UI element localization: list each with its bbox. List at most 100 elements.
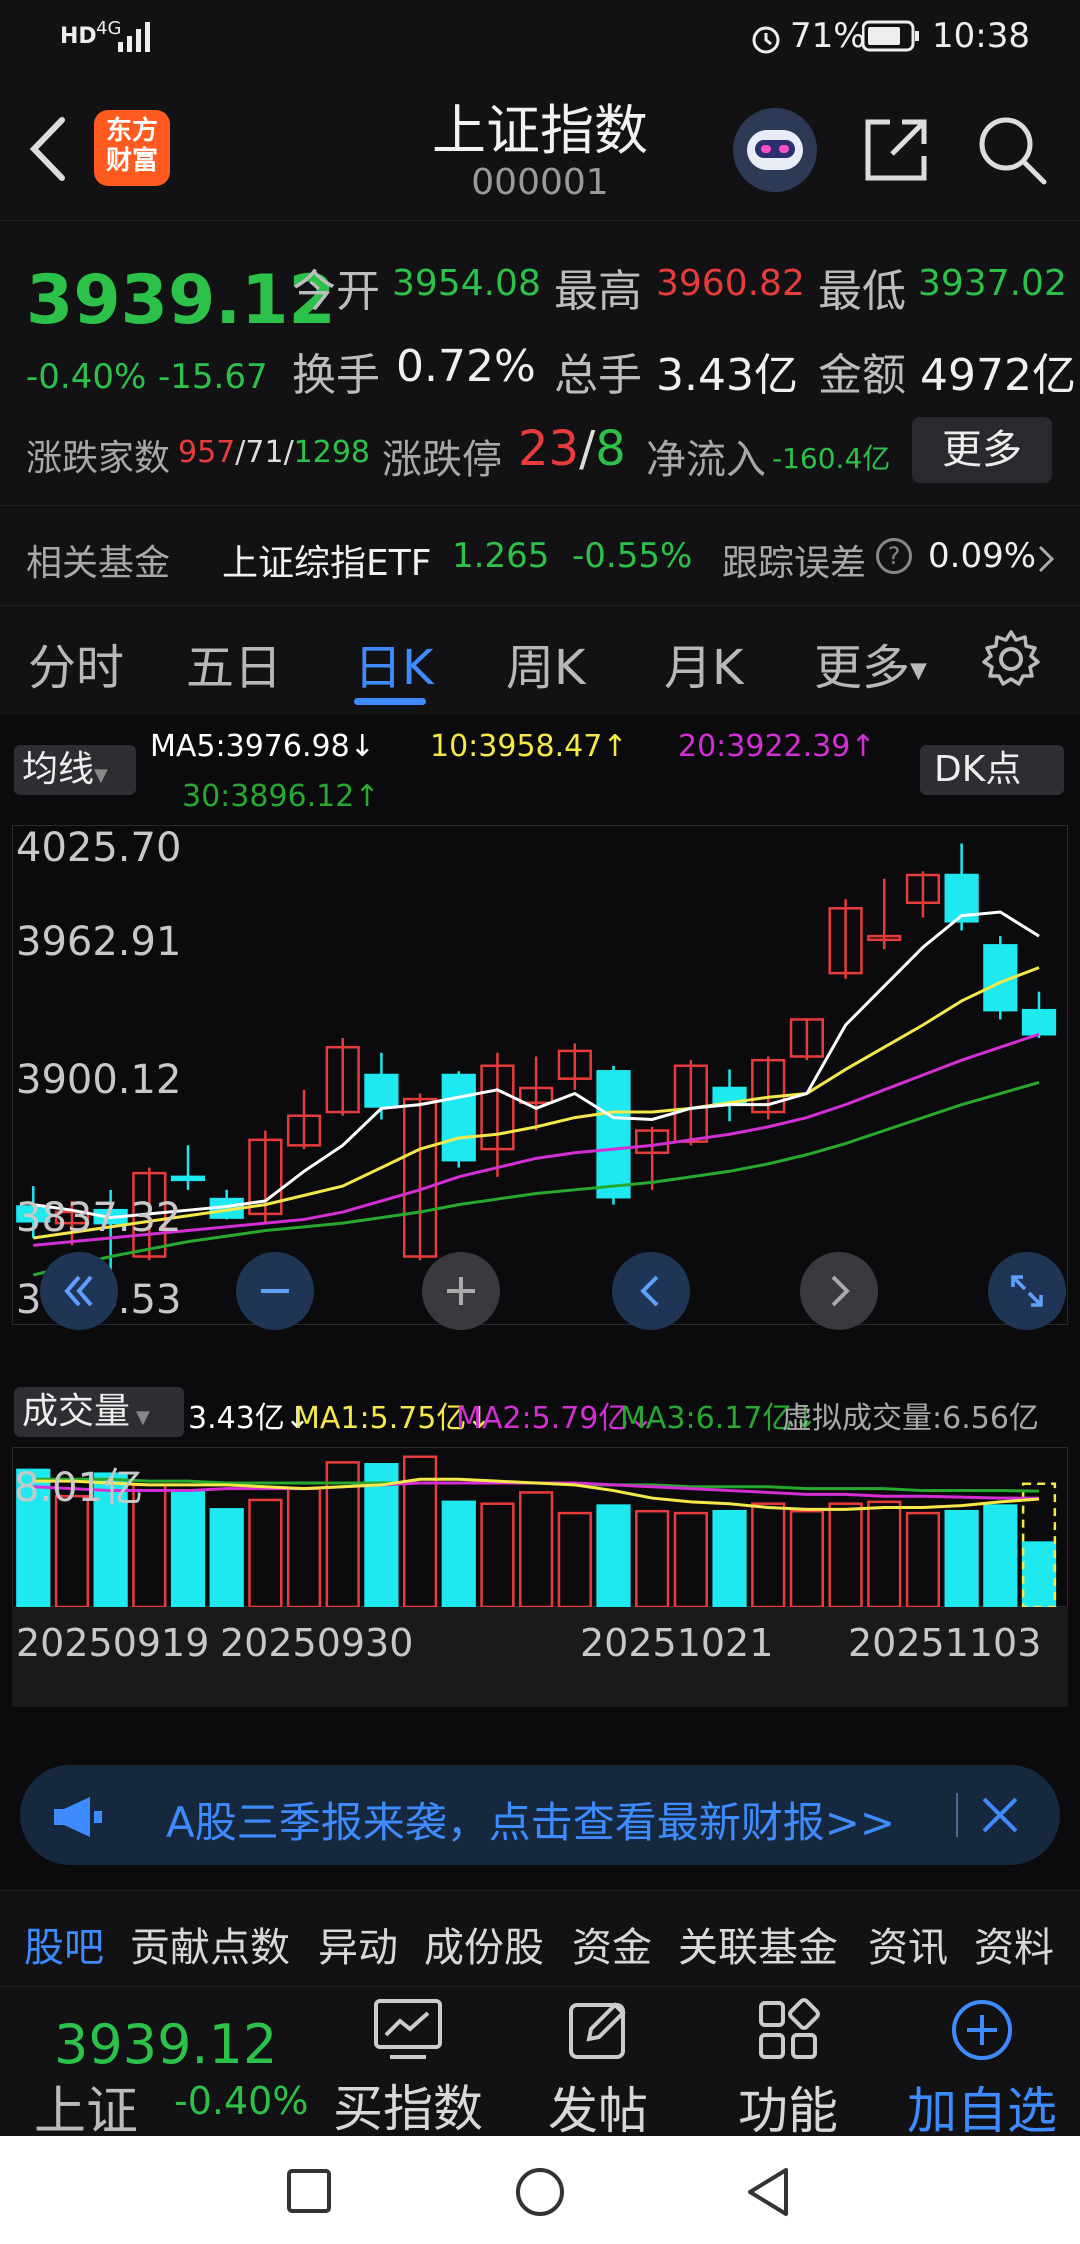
ma10-legend: 10:3958.47↑ (430, 729, 628, 764)
ma5-legend: MA5:3976.98↓ (150, 729, 375, 764)
fund-name: 上证综指ETF (222, 543, 432, 584)
buy-index-button[interactable]: 买指数 (318, 1997, 498, 2141)
functions-button[interactable]: 功能 (698, 1997, 878, 2143)
tab-five-day[interactable]: 五日 (186, 628, 282, 698)
tab-contribution[interactable]: 贡献点数 (130, 1915, 290, 1973)
app-logo[interactable]: 东方 财富 (94, 110, 170, 186)
volume-chart[interactable] (12, 1447, 1068, 1607)
megaphone-icon (54, 1797, 102, 1837)
fund-price: 1.265 (452, 536, 550, 576)
tab-intraday[interactable]: 分时 (28, 628, 124, 698)
minus-icon (261, 1289, 289, 1293)
scroll-right-button[interactable] (800, 1252, 878, 1330)
volume-value: 3.43亿 (656, 350, 798, 401)
breadth-flat: 71 (245, 435, 284, 470)
scroll-start-button[interactable] (40, 1252, 118, 1330)
tab-related-funds[interactable]: 关联基金 (678, 1915, 838, 1973)
post-button[interactable]: 发帖 (508, 1997, 688, 2143)
low-label: 最低 (818, 266, 906, 317)
earnings-banner[interactable]: A股三季报来袭，点击查看最新财报>> (20, 1765, 1060, 1865)
zoom-in-button[interactable] (422, 1252, 500, 1330)
share-icon[interactable] (862, 116, 930, 184)
volume-selector[interactable]: 成交量 ▼ (14, 1387, 184, 1437)
banner-text: A股三季报来袭，点击查看最新财报>> (166, 1798, 896, 1847)
chevron-right-icon (1038, 545, 1055, 573)
search-icon[interactable] (976, 114, 1048, 186)
tab-weekly-k[interactable]: 周K (506, 628, 585, 698)
home-icon[interactable] (514, 2166, 566, 2218)
close-icon[interactable] (980, 1795, 1020, 1835)
limit-label: 涨跌停 (382, 437, 502, 483)
virtual-volume-legend: 虚拟成交量:6.56亿 (782, 1401, 1039, 1436)
tab-daily-k[interactable]: 日K (354, 628, 433, 698)
scroll-left-button[interactable] (612, 1252, 690, 1330)
page-title: 上证指数 (432, 99, 648, 162)
add-watchlist-button[interactable]: 加自选 (892, 1997, 1072, 2143)
robot-assistant-icon[interactable] (733, 108, 817, 192)
quote-panel: 3939.12 -0.40% -15.67 今开 3954.08 最高 3960… (0, 220, 1080, 505)
tab-guba[interactable]: 股吧 (24, 1915, 104, 1973)
battery-percent: 71% (790, 16, 866, 56)
limit-up: 23 (518, 421, 580, 477)
volume-bar (480, 1502, 515, 1607)
high-label: 最高 (554, 266, 642, 317)
more-button[interactable]: 更多 (912, 417, 1052, 483)
volume-frame (12, 1447, 1068, 1607)
volume-bar (867, 1500, 902, 1607)
fullscreen-button[interactable] (988, 1252, 1066, 1330)
zoom-out-button[interactable] (236, 1252, 314, 1330)
volume-bar (751, 1502, 786, 1607)
volume-bar (170, 1489, 206, 1607)
candle-body (1021, 1008, 1057, 1036)
help-icon[interactable]: ? (876, 538, 912, 574)
hd-icon: HD (60, 24, 97, 49)
status-bar: HD 4G 71% 10:38 (0, 0, 1080, 80)
signal-icon (118, 22, 150, 52)
date-label: 20250919 (16, 1621, 210, 1665)
breadth-down: 1298 (293, 435, 371, 470)
price-tick: 3962.91 (16, 919, 182, 965)
open-label: 今开 (292, 266, 380, 317)
tab-news[interactable]: 资讯 (868, 1915, 948, 1973)
back-icon[interactable] (28, 116, 68, 182)
date-axis: 20250919 20250930 20251021 20251103 (12, 1607, 1068, 1707)
tab-capital[interactable]: 资金 (572, 1915, 652, 1973)
volume-bar (248, 1498, 283, 1607)
grid-apps-icon (759, 1998, 820, 2059)
volume-bar (557, 1511, 592, 1607)
ma20-legend: 20:3922.39↑ (678, 729, 876, 764)
volume-bar (1021, 1541, 1057, 1607)
index-ticker[interactable]: 3939.12 上证 -0.40% (0, 1987, 320, 2142)
tab-constituents[interactable]: 成份股 (424, 1915, 544, 1973)
tracking-error-value: 0.09% (928, 536, 1037, 576)
low-value: 3937.02 (918, 263, 1067, 304)
volume-selector-label: 成交量 (22, 1391, 131, 1432)
date-label: 20251103 (848, 1621, 1042, 1665)
price-tick: 3837.32 (16, 1195, 182, 1241)
ma30-legend: 30:3896.12↑ (182, 779, 380, 814)
functions-label: 功能 (738, 2082, 838, 2140)
related-fund-row[interactable]: 相关基金 上证综指ETF 1.265 -0.55% 跟踪误差 ? 0.09% (0, 505, 1080, 605)
price-axis: 4025.70 3962.91 3900.12 3837.32 3774.53 (16, 825, 216, 1325)
back-nav-icon[interactable] (744, 2166, 792, 2218)
breadth-up: 957 (178, 435, 236, 470)
ma-selector[interactable]: 均线▼ (14, 745, 136, 795)
tab-profile[interactable]: 资料 (974, 1915, 1054, 1973)
tab-monthly-k[interactable]: 月K (664, 628, 743, 698)
price-tick: 4025.70 (16, 825, 182, 871)
clock: 10:38 (932, 16, 1030, 56)
dk-point-button[interactable]: DK点 (920, 745, 1064, 795)
battery-icon (862, 20, 919, 52)
expand-icon (1011, 1275, 1043, 1307)
tab-more[interactable]: 更多▼ (814, 628, 927, 698)
volume-bar (596, 1504, 631, 1607)
candle-body (364, 1073, 399, 1108)
recents-icon[interactable] (286, 2168, 332, 2214)
logo-text-1: 东方 (105, 116, 158, 146)
volume-bar (828, 1502, 863, 1607)
volume-bar (635, 1509, 670, 1607)
tab-movement[interactable]: 异动 (318, 1915, 398, 1973)
info-tabs: 股吧 贡献点数 异动 成份股 资金 关联基金 资讯 资料 (0, 1890, 1080, 1986)
settings-gear-icon[interactable] (980, 628, 1042, 690)
tab-more-label: 更多 (814, 640, 911, 696)
